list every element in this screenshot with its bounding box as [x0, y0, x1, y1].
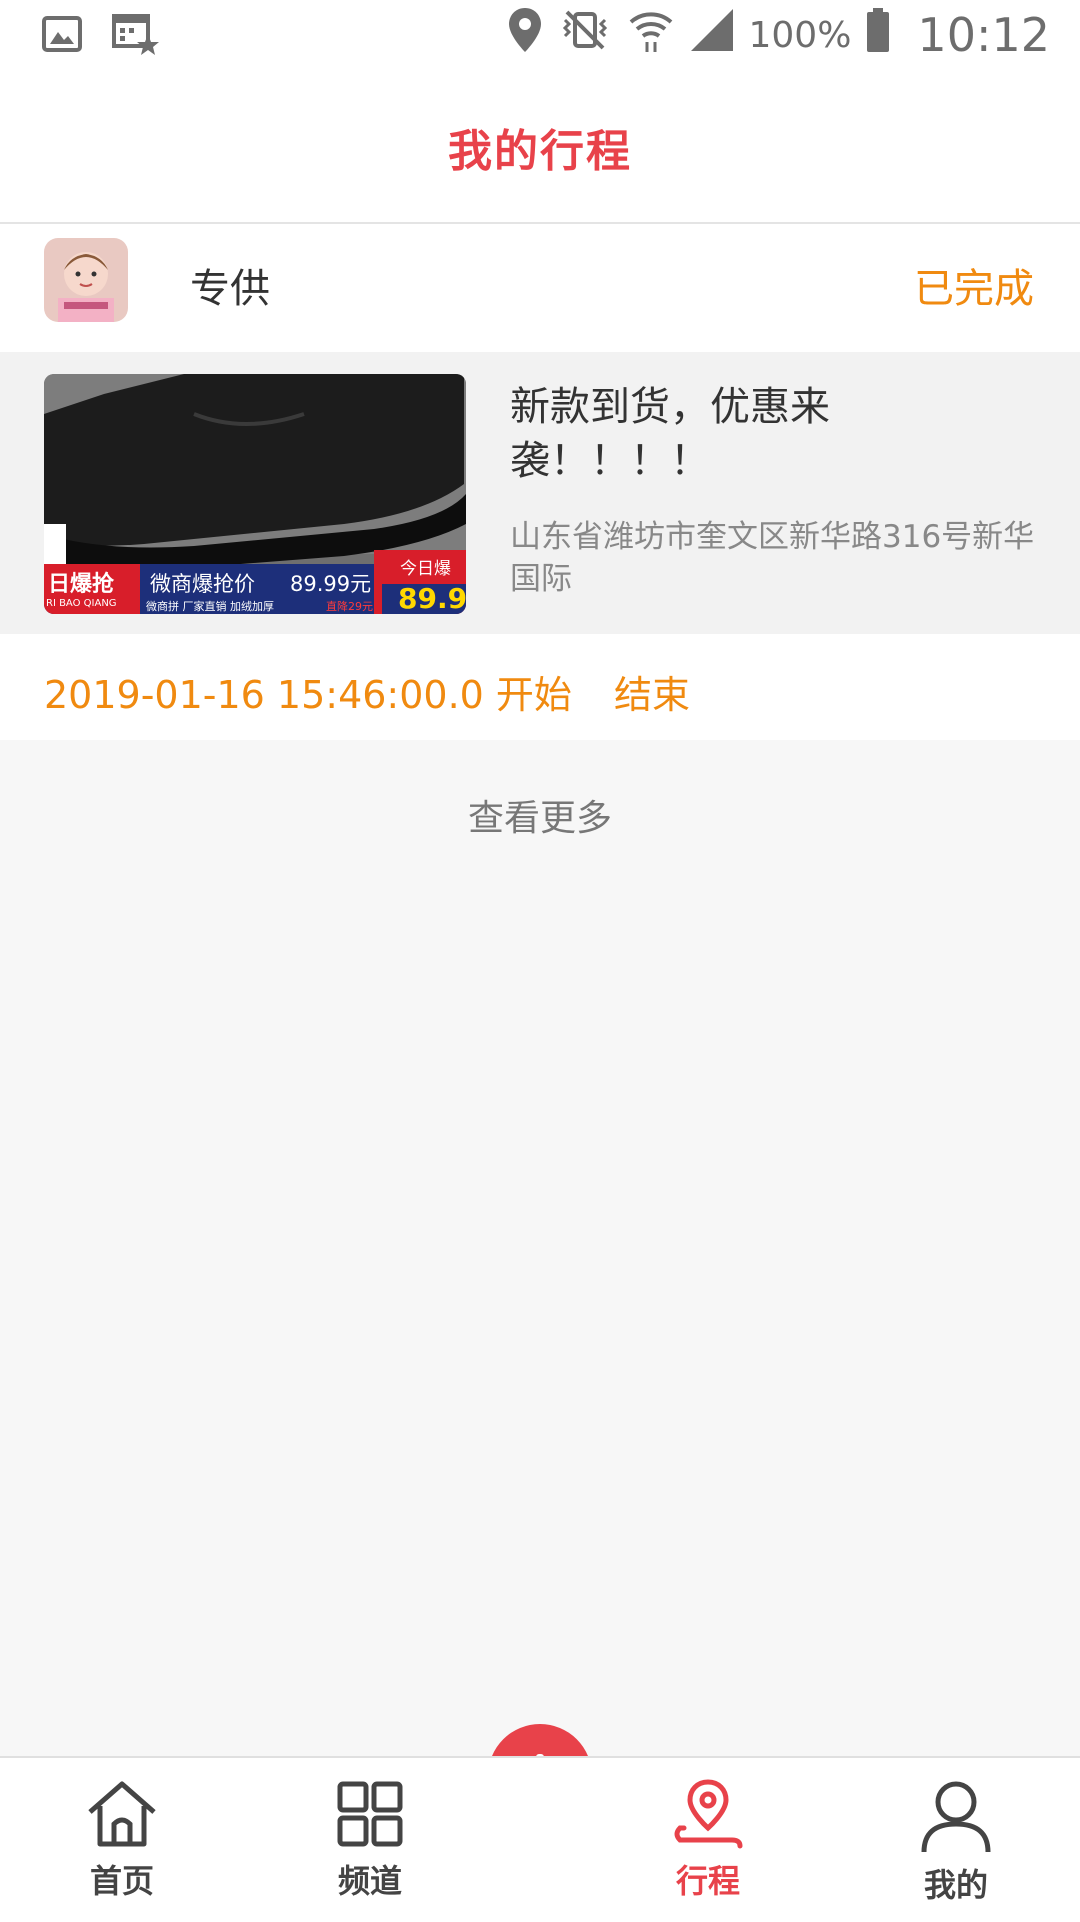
grid-icon	[337, 1781, 403, 1847]
app-header: 我的行程	[0, 72, 1080, 224]
map-pin-icon	[674, 1779, 743, 1849]
user-icon	[921, 1781, 991, 1853]
nav-channel-label: 频道	[337, 1862, 402, 1900]
battery-icon	[865, 7, 891, 63]
nav-trip[interactable]: 行程	[628, 1778, 788, 1918]
nav-home[interactable]: 首页	[42, 1778, 202, 1918]
signal-icon	[689, 7, 735, 63]
trip-time-row: 2019-01-16 15:46:00.0 开始 结束	[0, 634, 1080, 740]
trip-card-header[interactable]: 专供 已完成	[0, 224, 1080, 352]
shop-name: 专供	[190, 266, 270, 312]
calendar-star-icon	[110, 12, 160, 60]
banner-center-tag: 直降29元	[326, 600, 373, 613]
nav-trip-label: 行程	[675, 1862, 740, 1900]
home-icon	[88, 1781, 156, 1847]
bottom-nav: 首页 频道 行程 我的	[0, 1756, 1080, 1922]
image-icon	[40, 12, 84, 60]
banner-left-sub: RI BAO QIANG	[46, 598, 117, 609]
clock: 10:12	[917, 8, 1050, 62]
banner-center: 微商爆抢价	[150, 572, 255, 596]
vibrate-icon	[557, 8, 613, 62]
trip-status: 已完成	[914, 266, 1034, 312]
product-image: 日爆抢 RI BAO QIANG 微商爆抢价 89.99元 微商拼 厂家直销 加…	[44, 374, 466, 614]
trip-end-label: 结束	[614, 673, 691, 717]
status-bar: 100% 10:12	[0, 0, 1080, 72]
shop-avatar	[44, 238, 128, 322]
banner-right-price: 89.9	[398, 582, 466, 614]
banner-center-sub: 微商拼 厂家直销 加绒加厚	[146, 600, 274, 613]
trip-start-time: 2019-01-16 15:46:00.0 开始	[44, 673, 572, 717]
view-more-button[interactable]: 查看更多	[0, 760, 1080, 870]
banner-right-tag: 今日爆	[400, 559, 451, 579]
shop-address: 山东省潍坊市奎文区新华路316号新华国际	[510, 519, 1035, 597]
battery-percent: 100%	[748, 14, 852, 56]
banner-left-tag: 日爆抢	[48, 572, 115, 597]
banner-center-price: 89.99元	[290, 572, 372, 596]
nav-mine-label: 我的	[923, 1866, 988, 1904]
nav-mine[interactable]: 我的	[876, 1778, 1036, 1918]
nav-channel[interactable]: 频道	[290, 1778, 450, 1918]
page-title: 我的行程	[448, 126, 632, 177]
trip-card-body[interactable]: 日爆抢 RI BAO QIANG 微商爆抢价 89.99元 微商拼 厂家直销 加…	[0, 352, 1080, 634]
wifi-icon	[627, 6, 675, 64]
location-icon	[507, 6, 543, 64]
nav-home-label: 首页	[89, 1862, 154, 1900]
promo-title: 新款到货，优惠来袭！！！！	[510, 384, 830, 484]
